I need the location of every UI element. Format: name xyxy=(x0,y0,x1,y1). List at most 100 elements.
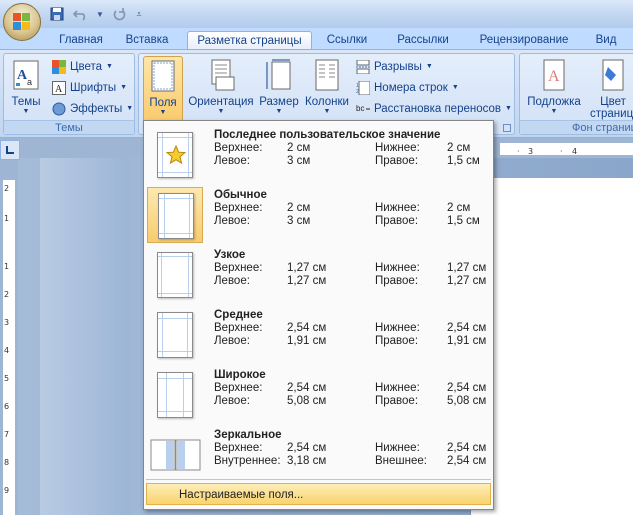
undo-icon[interactable] xyxy=(72,6,90,22)
quick-access-toolbar: ▼ ⩡ xyxy=(48,4,144,24)
margin-option[interactable]: Последнее пользовательское значение Верхн… xyxy=(144,124,493,184)
margin-top: 2 см xyxy=(287,142,311,154)
margin-top: 2,54 см xyxy=(287,382,327,394)
margin-top: 2,54 см xyxy=(287,322,327,334)
margins-icon xyxy=(151,60,175,92)
orientation-label: Ориентация xyxy=(188,96,254,108)
margin-left: 3 см xyxy=(287,215,311,227)
margin-option-thumbnail xyxy=(147,247,203,303)
effects-button[interactable]: Эффекты ▼ xyxy=(52,99,133,119)
tab-insert[interactable]: Вставка xyxy=(115,31,179,50)
margin-bottom-label: Нижнее: xyxy=(375,322,420,334)
margin-right-label: Правое: xyxy=(375,155,419,167)
margin-top-label: Верхнее: xyxy=(214,142,263,154)
ruler-tick: 2 xyxy=(4,290,10,299)
colors-icon xyxy=(52,60,66,74)
page-margins-icon xyxy=(157,312,193,358)
page-setup-launcher-icon[interactable] xyxy=(503,124,511,132)
fonts-button[interactable]: A Шрифты ▼ xyxy=(52,78,127,98)
document-margin-shading xyxy=(40,158,130,515)
margin-option-thumbnail xyxy=(147,307,203,363)
tab-review[interactable]: Рецензирование xyxy=(468,31,580,50)
margin-option[interactable]: Зеркальное Верхнее: 2,54 см Нижнее: 2,54 см В… xyxy=(144,424,493,484)
chevron-down-icon: ▼ xyxy=(120,84,128,91)
page-background-group-label: Фон страниц xyxy=(520,120,633,134)
ruler-text-area xyxy=(500,143,633,155)
undo-dropdown-icon[interactable]: ▼ xyxy=(96,6,104,22)
redo-icon[interactable] xyxy=(110,6,128,22)
ribbon-tab-row: Главная Вставка Разметка страницы Ссылки… xyxy=(0,28,633,50)
margin-bottom-label: Нижнее: xyxy=(375,382,420,394)
customize-qat-icon[interactable]: ⩡ xyxy=(134,6,144,22)
colors-button[interactable]: Цвета ▼ xyxy=(52,57,113,77)
line-numbers-label: Номера строк xyxy=(374,82,448,94)
ruler-tick: 4 xyxy=(4,346,10,355)
margins-button[interactable]: Поля ▼ xyxy=(143,56,183,126)
breaks-label: Разрывы xyxy=(374,61,422,73)
svg-text:A: A xyxy=(548,68,560,85)
ruler-tick: 1 xyxy=(4,214,10,223)
margin-bottom-label: Нижнее: xyxy=(375,202,420,214)
hyphenation-label: Расстановка переносов xyxy=(374,103,501,115)
office-button[interactable] xyxy=(3,3,41,41)
svg-text:bc: bc xyxy=(356,104,364,113)
margin-top-label: Верхнее: xyxy=(214,382,263,394)
colors-label: Цвета xyxy=(70,61,103,73)
margin-top-label: Верхнее: xyxy=(214,202,263,214)
tab-view[interactable]: Вид xyxy=(588,31,624,50)
tab-references[interactable]: Ссылки xyxy=(318,31,376,50)
save-icon[interactable] xyxy=(48,6,66,22)
margin-left-label: Внутреннее: xyxy=(214,455,281,467)
line-numbers-button[interactable]: 12 Номера строк ▼ xyxy=(356,78,459,98)
vertical-ruler[interactable]: 2 1 1 2 3 4 5 6 7 8 9 xyxy=(0,160,18,515)
tab-home[interactable]: Главная xyxy=(50,31,112,50)
page-margins-icon xyxy=(157,252,193,298)
themes-button[interactable]: A a Темы ▼ xyxy=(6,56,46,120)
margin-option-thumbnail xyxy=(147,427,203,483)
star-page-icon xyxy=(157,132,193,178)
margin-option-title: Широкое xyxy=(214,369,266,381)
margin-right-label: Правое: xyxy=(375,275,419,287)
ruler-tick: 4 xyxy=(572,147,578,156)
office-logo-icon xyxy=(13,13,31,31)
svg-text:A: A xyxy=(55,84,63,95)
margin-top: 2,54 см xyxy=(287,442,327,454)
hyphenation-button[interactable]: bc Расстановка переносов ▼ xyxy=(356,99,512,119)
margin-right-label: Правое: xyxy=(375,335,419,347)
ruler-tick: 3 xyxy=(4,318,10,327)
margin-bottom: 2,54 см xyxy=(447,382,487,394)
margin-top-label: Верхнее: xyxy=(214,322,263,334)
page-color-label-1: Цвет xyxy=(600,96,626,108)
margin-option[interactable]: Среднее Верхнее: 2,54 см Нижнее: 2,54 см Лево… xyxy=(144,304,493,364)
margin-option-thumbnail xyxy=(147,187,203,243)
size-icon xyxy=(266,59,291,90)
custom-margins-menu-item[interactable]: Настраиваемые поля... xyxy=(146,483,491,505)
breaks-button[interactable]: Разрывы ▼ xyxy=(356,57,433,77)
ruler-tick: 3 xyxy=(528,147,534,156)
margin-left: 3 см xyxy=(287,155,311,167)
margin-option[interactable]: Узкое Верхнее: 1,27 см Нижнее: 1,27 см Левое:… xyxy=(144,244,493,304)
orientation-icon xyxy=(211,59,235,91)
ruler-tick: 5 xyxy=(4,374,10,383)
orientation-button[interactable]: Ориентация ▼ xyxy=(187,56,255,120)
margin-bottom-label: Нижнее: xyxy=(375,262,420,274)
margin-right-label: Правое: xyxy=(375,395,419,407)
columns-button[interactable]: Колонки ▼ xyxy=(301,56,353,120)
tab-mailings[interactable]: Рассылки xyxy=(388,31,458,50)
margin-left-label: Левое: xyxy=(214,395,250,407)
left-tab-icon xyxy=(6,146,14,154)
size-button[interactable]: Размер ▼ xyxy=(257,56,301,120)
page-color-button[interactable]: Цвет страницы xyxy=(590,56,633,120)
tab-page-layout[interactable]: Разметка страницы xyxy=(187,31,312,50)
chevron-down-icon: ▼ xyxy=(451,84,459,91)
document-page[interactable] xyxy=(470,178,633,515)
margin-option[interactable]: Широкое Верхнее: 2,54 см Нижнее: 2,54 см Лево… xyxy=(144,364,493,424)
ruler-tick: 2 xyxy=(4,184,10,193)
page-margins-icon xyxy=(158,193,194,239)
margin-option[interactable]: Обычное Верхнее: 2 см Нижнее: 2 см Левое: 3 см… xyxy=(144,184,493,244)
chevron-down-icon: ▼ xyxy=(126,105,134,112)
themes-label: Темы xyxy=(11,96,41,108)
page-margins-icon xyxy=(157,372,193,418)
tab-selector-button[interactable] xyxy=(0,140,20,160)
watermark-button[interactable]: A Подложка ▼ xyxy=(522,56,586,120)
